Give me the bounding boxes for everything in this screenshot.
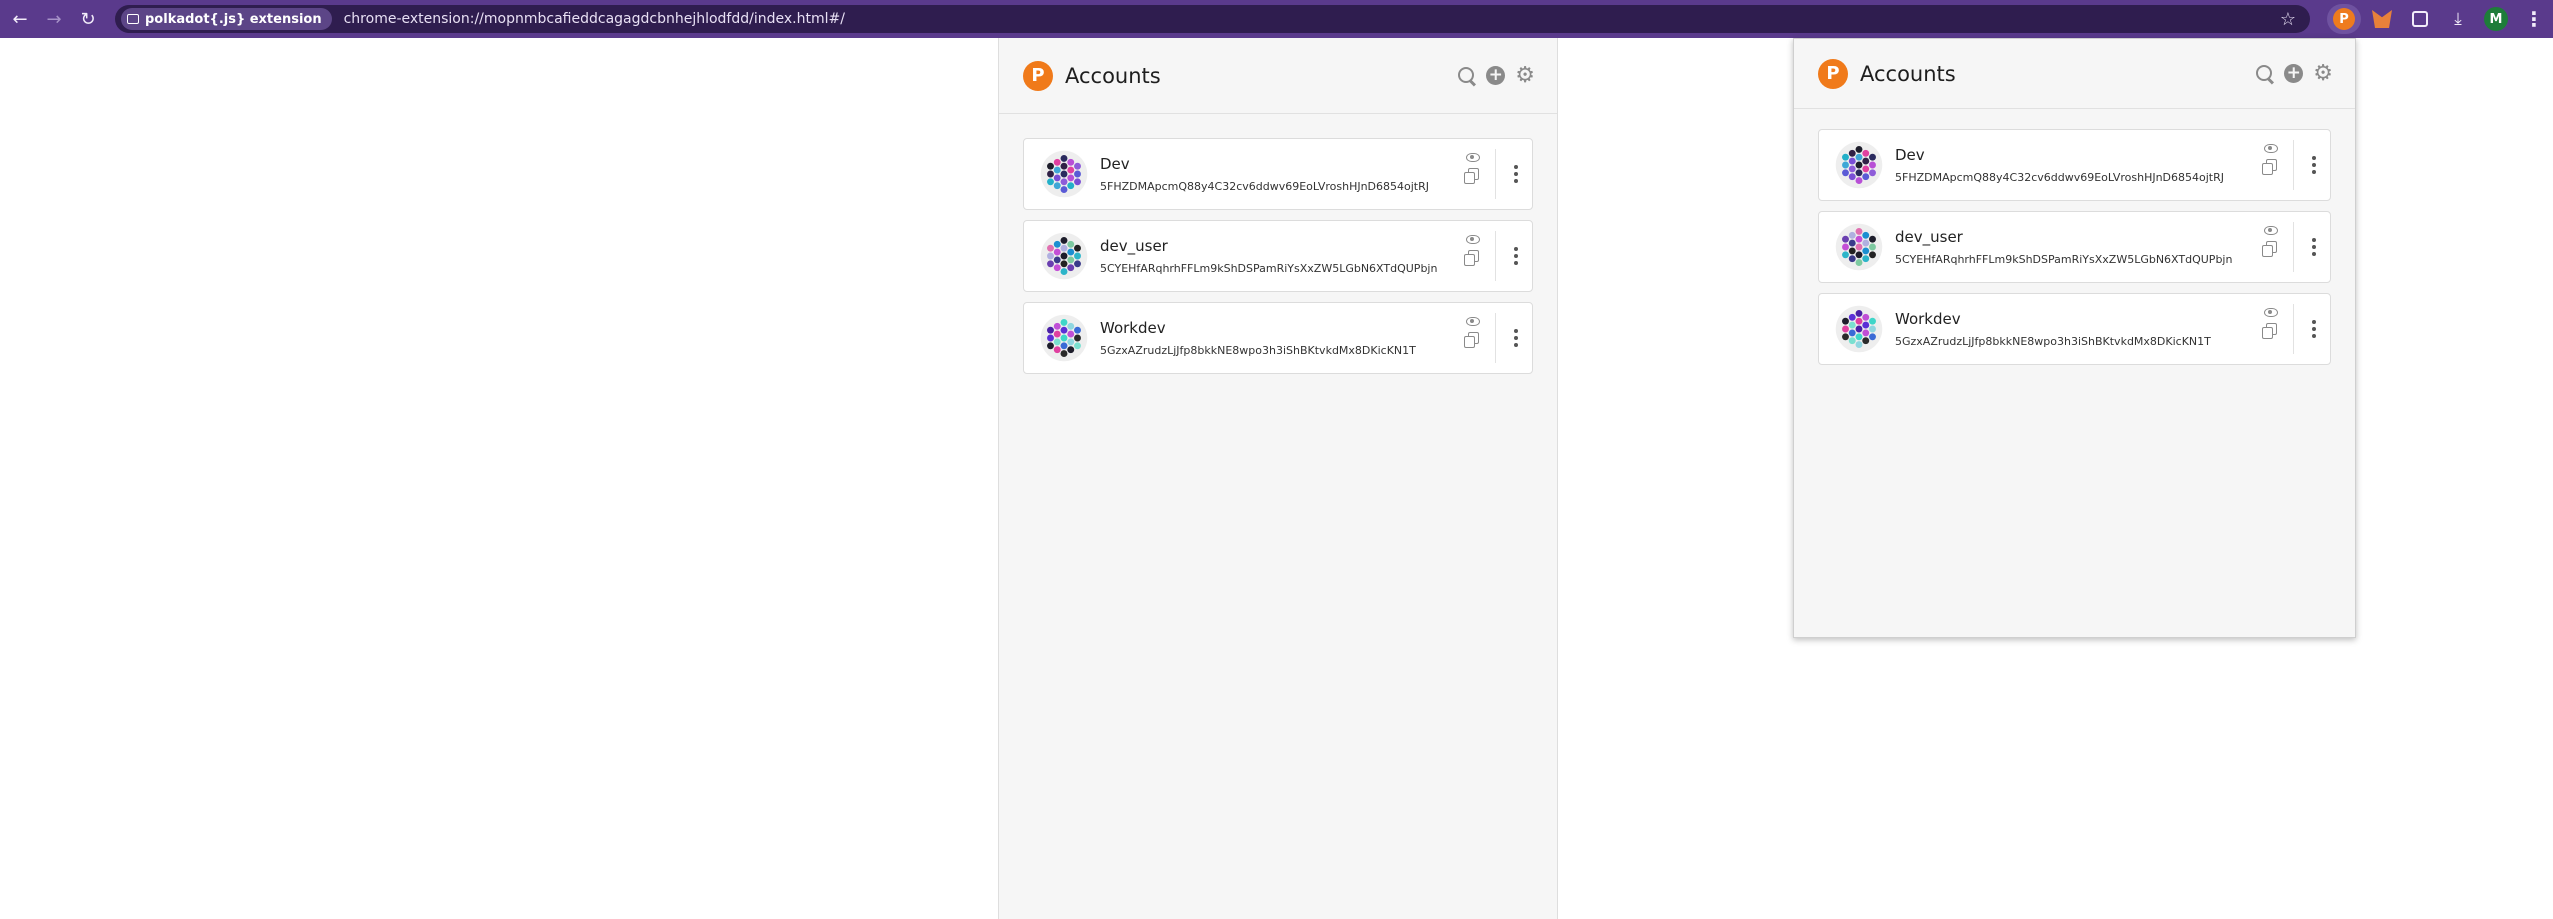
fox-extension-icon: [2372, 10, 2392, 28]
settings-gear-icon[interactable]: ⚙: [2313, 62, 2333, 85]
search-icon[interactable]: [1458, 66, 1476, 85]
settings-gear-icon[interactable]: ⚙: [1515, 64, 1535, 87]
account-card[interactable]: dev_user 5CYEHfARqhrhFFLm9kShDSPamRiYsXx…: [1023, 220, 1533, 292]
visibility-eye-icon[interactable]: [1466, 153, 1480, 162]
identicon: [1835, 305, 1883, 353]
divider: [2293, 304, 2294, 354]
account-address: 5CYEHfARqhrhFFLm9kShDSPamRiYsXxZW5LGbN6X…: [1895, 253, 2233, 266]
accounts-page: P Accounts + ⚙ Dev 5FHZDMApcmQ88y4C32cv6…: [998, 38, 1558, 919]
copy-icon[interactable]: [1463, 332, 1479, 348]
page-title: Accounts: [1065, 63, 1161, 88]
add-account-icon[interactable]: +: [2284, 64, 2304, 83]
fox-extension-button[interactable]: [2363, 0, 2401, 38]
account-menu-icon[interactable]: [1514, 303, 1518, 373]
extension-page-icon: [127, 14, 139, 24]
extension-popup: P Accounts + ⚙ Dev 5FHZDMApcmQ88y4C32cv6…: [1793, 38, 2356, 638]
browser-menu-button[interactable]: ⋮: [2515, 0, 2553, 38]
url-text[interactable]: chrome-extension://mopnmbcafieddcagagdcb…: [344, 11, 845, 27]
divider: [1495, 149, 1496, 199]
download-icon: ⤓: [2454, 9, 2462, 29]
account-card[interactable]: Workdev 5GzxAZrudzLjJfp8bkkNE8wpo3h3iShB…: [1818, 293, 2331, 365]
account-menu-icon[interactable]: [2312, 130, 2316, 200]
divider: [2293, 140, 2294, 190]
search-icon[interactable]: [2256, 64, 2274, 83]
account-menu-icon[interactable]: [2312, 294, 2316, 364]
account-name: dev_user: [1895, 228, 1963, 246]
polkadot-extension-button[interactable]: P: [2325, 0, 2363, 38]
account-address: 5CYEHfARqhrhFFLm9kShDSPamRiYsXxZW5LGbN6X…: [1100, 262, 1438, 275]
visibility-eye-icon[interactable]: [1466, 317, 1480, 326]
divider: [1495, 313, 1496, 363]
account-address: 5GzxAZrudzLjJfp8bkkNE8wpo3h3iShBKtvkdMx8…: [1100, 344, 1416, 357]
more-vertical-icon: ⋮: [2524, 7, 2544, 31]
polkadot-logo-icon: P: [1023, 60, 1053, 91]
account-card[interactable]: Dev 5FHZDMApcmQ88y4C32cv6ddwv69EoLVroshH…: [1023, 138, 1533, 210]
account-list: Dev 5FHZDMApcmQ88y4C32cv6ddwv69EoLVroshH…: [999, 114, 1557, 374]
polkadot-extension-icon: P: [2333, 8, 2355, 30]
account-card[interactable]: dev_user 5CYEHfARqhrhFFLm9kShDSPamRiYsXx…: [1818, 211, 2331, 283]
visibility-eye-icon[interactable]: [1466, 235, 1480, 244]
downloads-button[interactable]: ⤓: [2439, 0, 2477, 38]
identicon: [1040, 150, 1088, 198]
account-card[interactable]: Dev 5FHZDMApcmQ88y4C32cv6ddwv69EoLVroshH…: [1818, 129, 2331, 201]
account-menu-icon[interactable]: [1514, 221, 1518, 291]
account-name: dev_user: [1100, 237, 1168, 255]
copy-icon[interactable]: [2261, 159, 2277, 175]
page-header: P Accounts + ⚙: [999, 38, 1557, 114]
browser-toolbar: ← → ↻ polkadot{.js} extension chrome-ext…: [0, 0, 2553, 38]
account-name: Dev: [1100, 155, 1130, 173]
copy-icon[interactable]: [2261, 241, 2277, 257]
identicon: [1835, 141, 1883, 189]
puzzle-icon: [2412, 11, 2428, 27]
extension-chip[interactable]: polkadot{.js} extension: [121, 8, 332, 30]
copy-icon[interactable]: [1463, 250, 1479, 266]
back-icon[interactable]: ←: [6, 5, 34, 33]
account-address: 5FHZDMApcmQ88y4C32cv6ddwv69EoLVroshHJnD6…: [1100, 180, 1430, 193]
copy-icon[interactable]: [1463, 168, 1479, 184]
account-menu-icon[interactable]: [1514, 139, 1518, 209]
copy-icon[interactable]: [2261, 323, 2277, 339]
account-address: 5FHZDMApcmQ88y4C32cv6ddwv69EoLVroshHJnD6…: [1895, 171, 2225, 184]
popup-header: P Accounts + ⚙: [1794, 39, 2355, 109]
account-name: Dev: [1895, 146, 1925, 164]
extensions-button[interactable]: [2401, 0, 2439, 38]
profile-avatar: M: [2484, 7, 2508, 31]
divider: [1495, 231, 1496, 281]
account-name: Workdev: [1895, 310, 1961, 328]
identicon: [1835, 223, 1883, 271]
visibility-eye-icon[interactable]: [2264, 308, 2278, 317]
identicon: [1040, 232, 1088, 280]
visibility-eye-icon[interactable]: [2264, 144, 2278, 153]
address-bar[interactable]: polkadot{.js} extension chrome-extension…: [115, 5, 2310, 33]
extension-chip-label: polkadot{.js} extension: [145, 11, 322, 27]
reload-icon[interactable]: ↻: [74, 5, 102, 33]
visibility-eye-icon[interactable]: [2264, 226, 2278, 235]
forward-icon[interactable]: →: [40, 5, 68, 33]
divider: [2293, 222, 2294, 272]
polkadot-logo-icon: P: [1818, 58, 1848, 89]
account-address: 5GzxAZrudzLjJfp8bkkNE8wpo3h3iShBKtvkdMx8…: [1895, 335, 2211, 348]
popup-title: Accounts: [1860, 61, 1956, 86]
profile-button[interactable]: M: [2477, 0, 2515, 38]
add-account-icon[interactable]: +: [1486, 66, 1506, 85]
account-menu-icon[interactable]: [2312, 212, 2316, 282]
bookmark-star-icon[interactable]: ☆: [2280, 9, 2296, 30]
identicon: [1040, 314, 1088, 362]
account-card[interactable]: Workdev 5GzxAZrudzLjJfp8bkkNE8wpo3h3iShB…: [1023, 302, 1533, 374]
account-name: Workdev: [1100, 319, 1166, 337]
account-list: Dev 5FHZDMApcmQ88y4C32cv6ddwv69EoLVroshH…: [1794, 109, 2355, 365]
